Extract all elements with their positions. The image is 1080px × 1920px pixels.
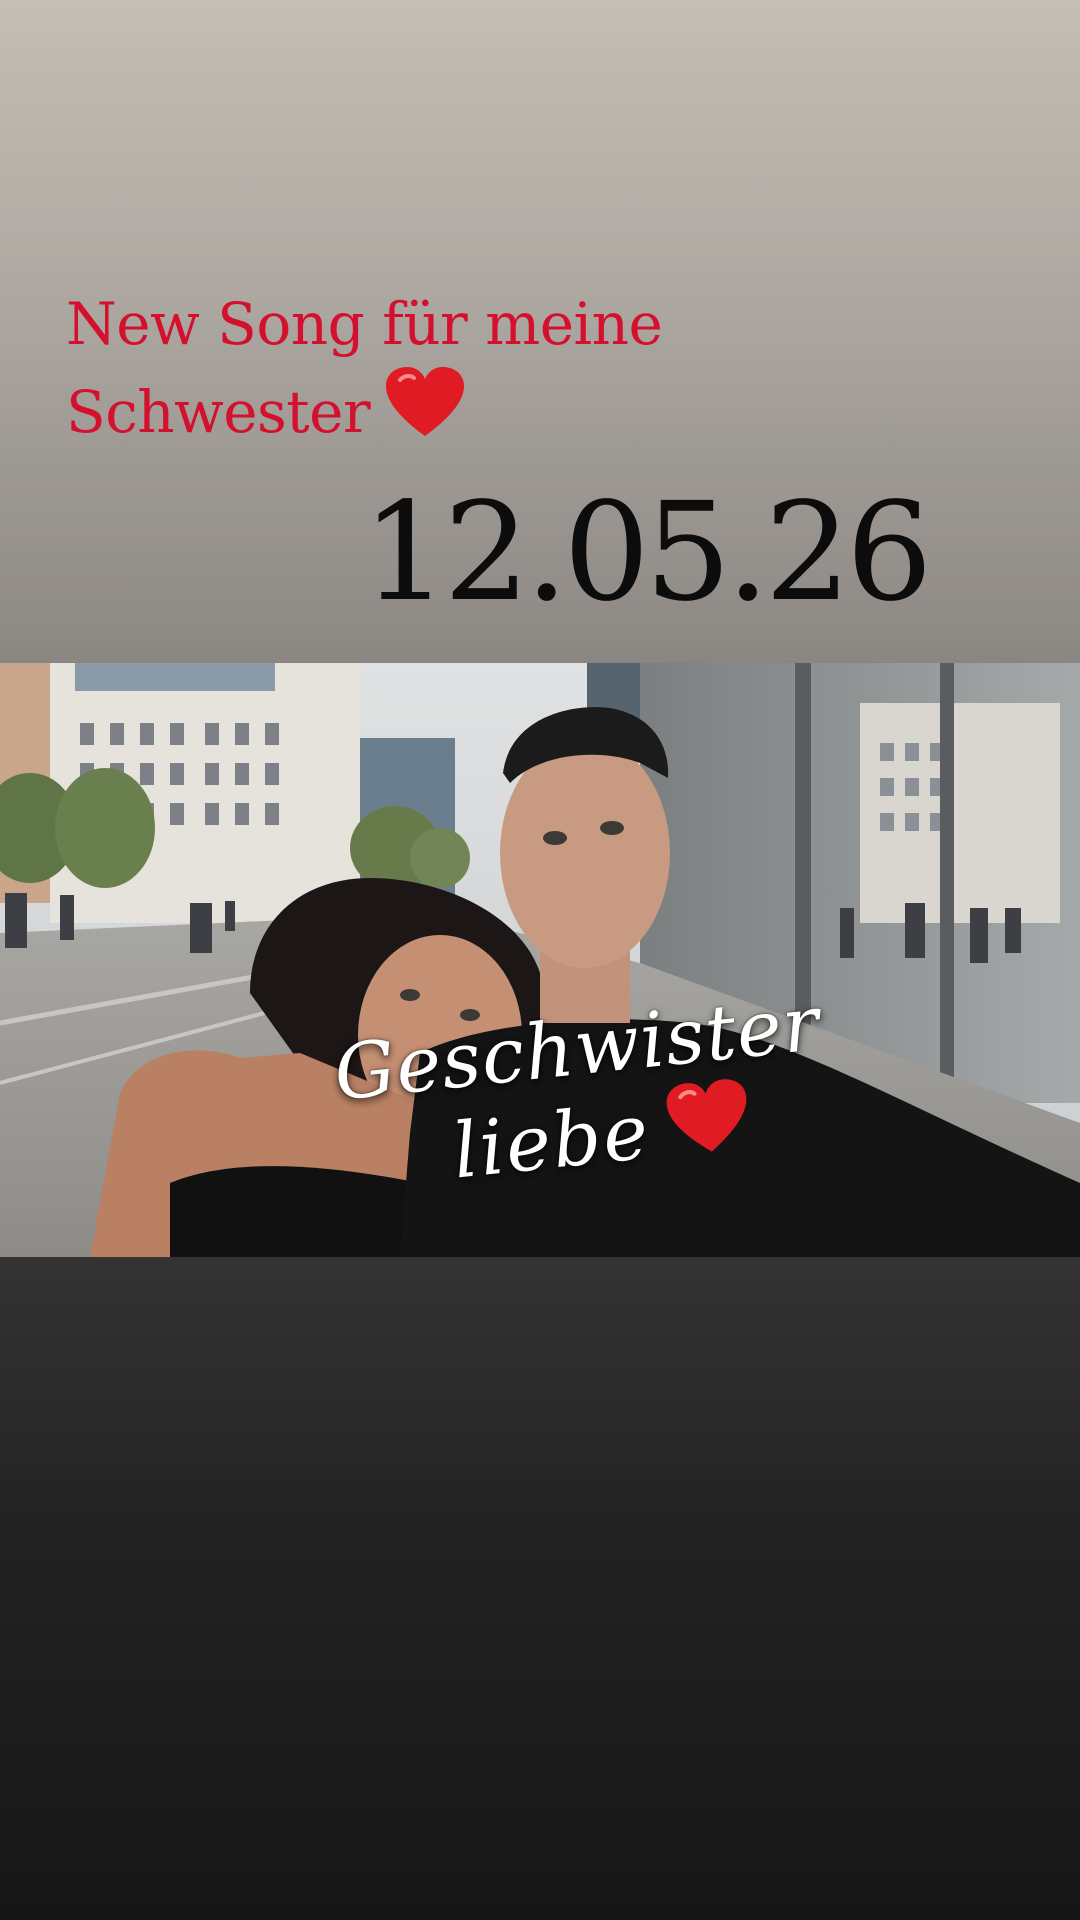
overlay-line-2-text: liebe bbox=[448, 1086, 655, 1196]
caption-line-2: Schwester bbox=[66, 366, 662, 460]
red-heart-icon bbox=[663, 1075, 756, 1175]
red-heart-icon bbox=[384, 366, 466, 460]
caption-line-1: New Song für meine bbox=[66, 290, 663, 358]
caption-line-2-text: Schwester bbox=[66, 378, 371, 446]
release-date: 12.05.26 bbox=[362, 474, 933, 632]
story-caption: New Song für meine Schwester bbox=[66, 282, 663, 460]
